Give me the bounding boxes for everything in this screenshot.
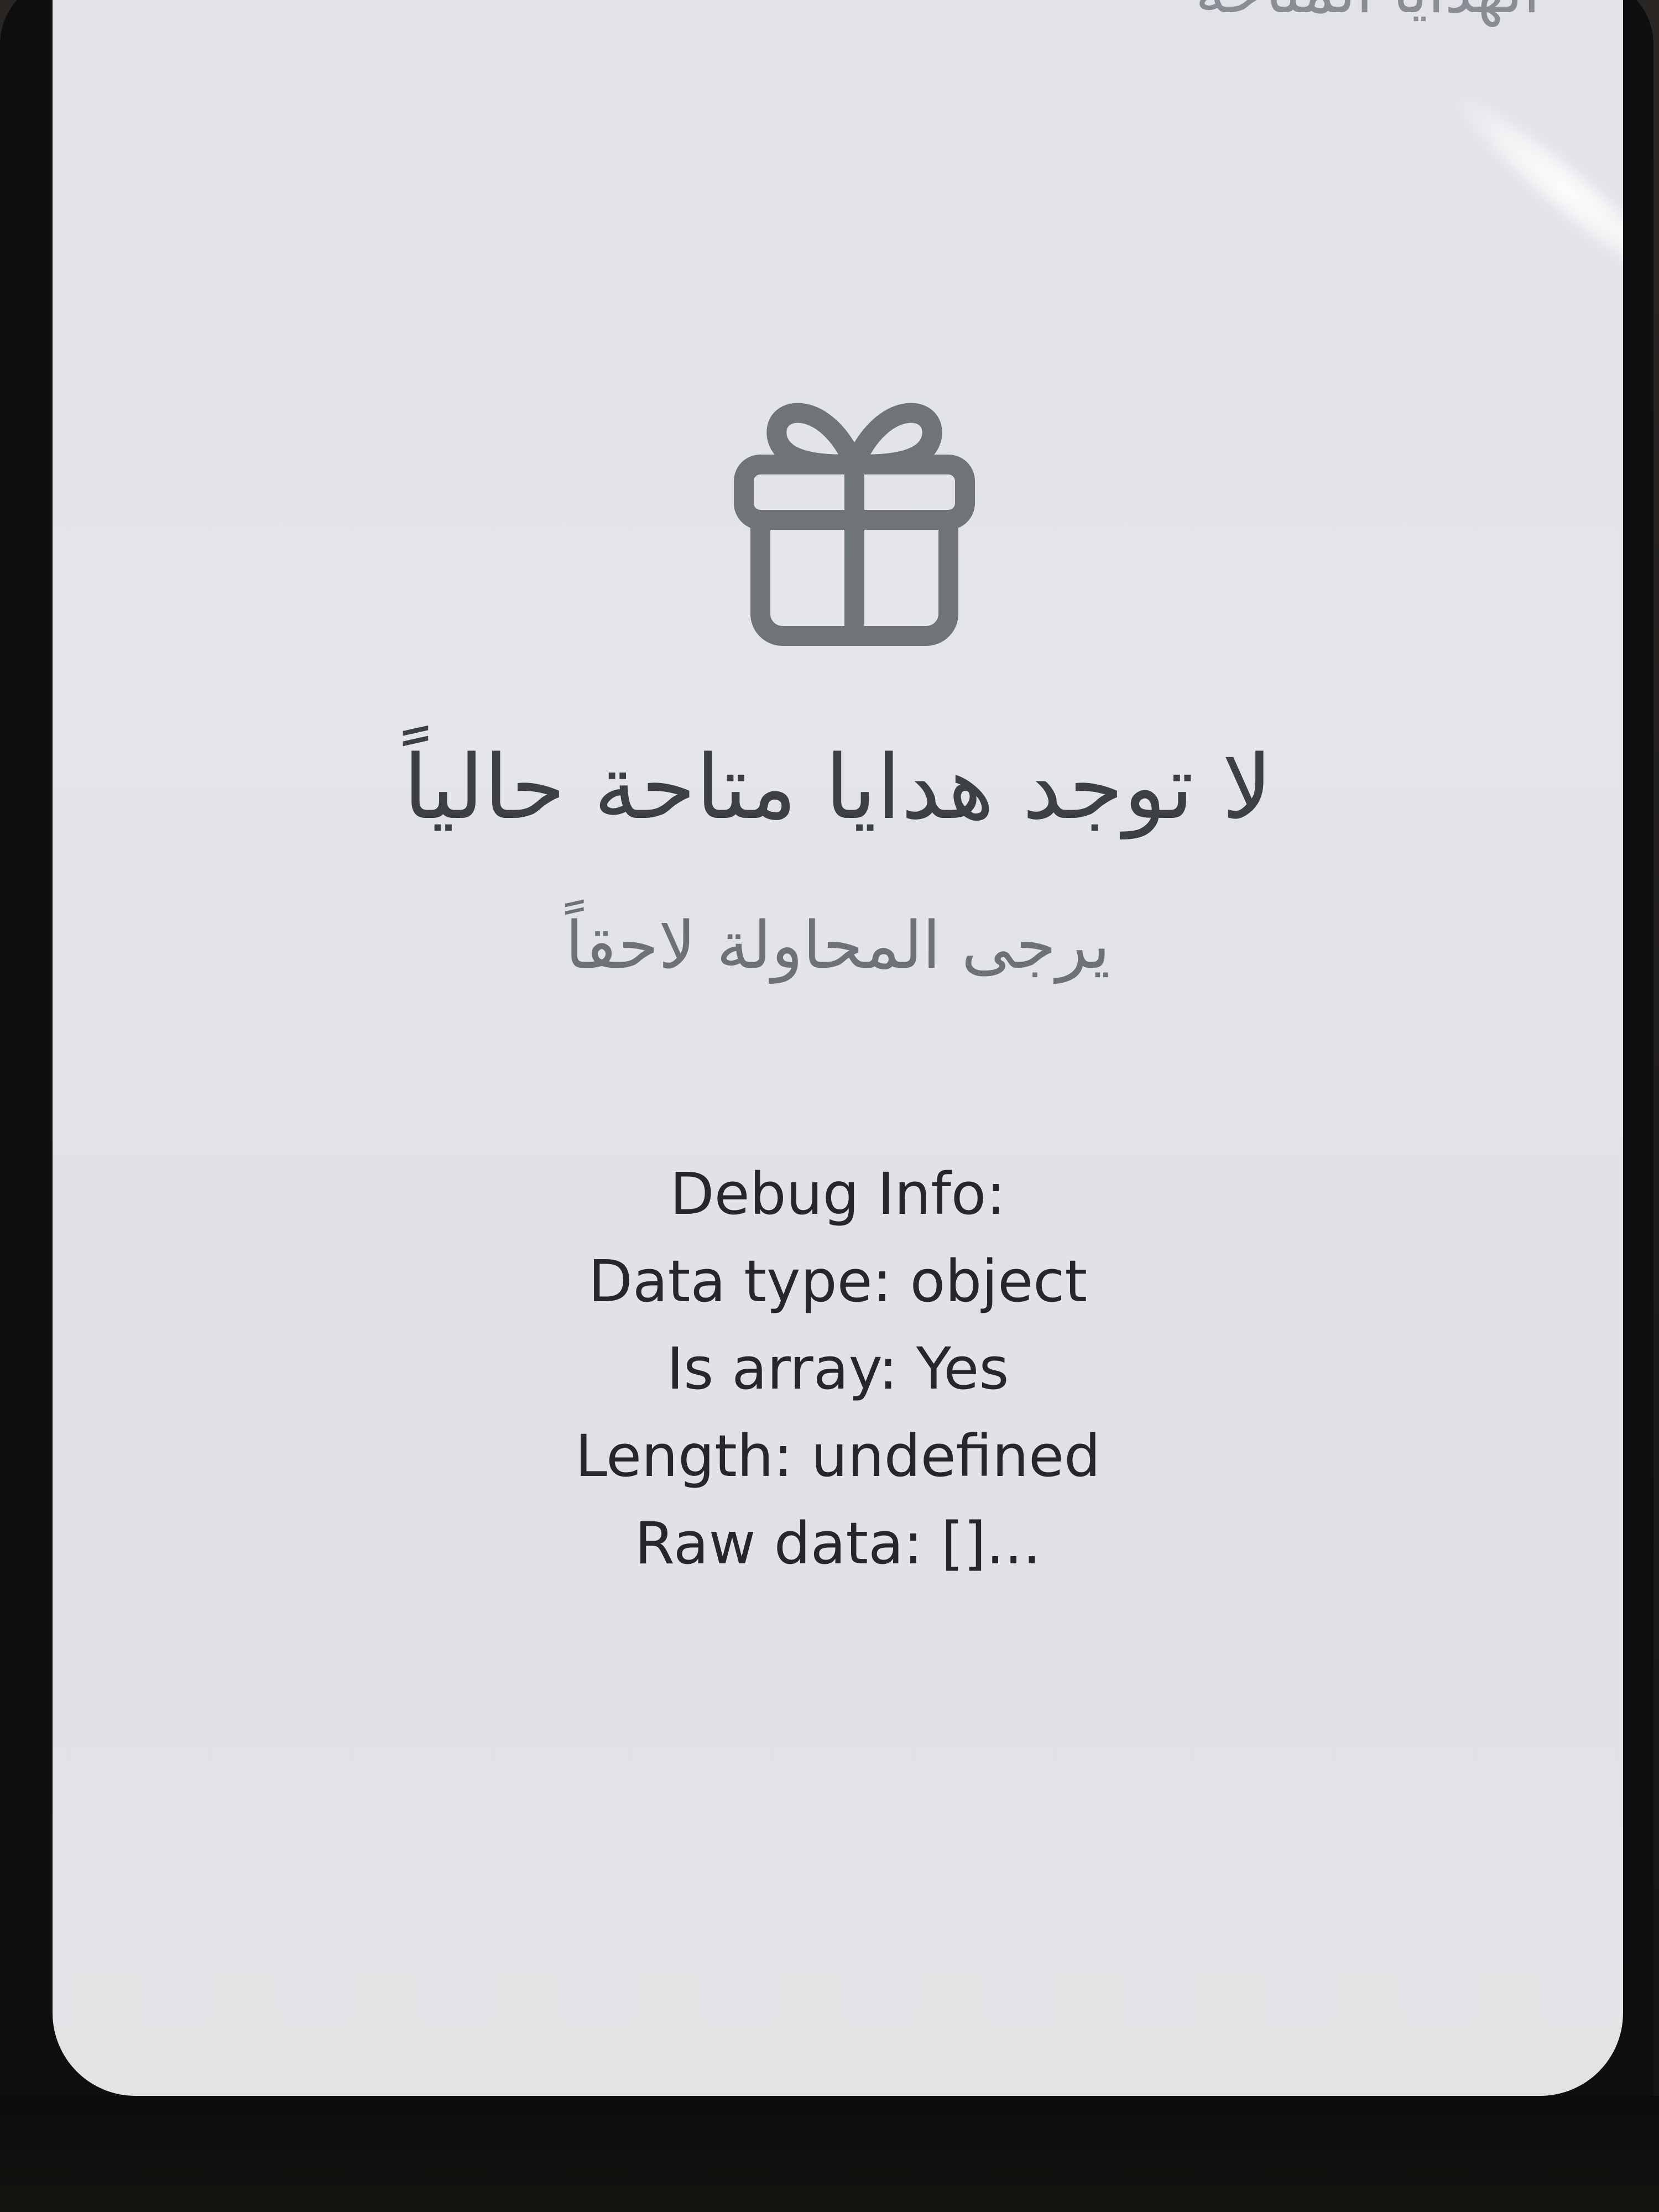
empty-state-subtitle: يرجى المحاولة لاحقاً bbox=[565, 907, 1110, 983]
debug-length: Length: undefined bbox=[575, 1422, 1101, 1490]
page-title: الهدايا المتاحة bbox=[1195, 0, 1540, 27]
light-glare bbox=[1441, 79, 1623, 302]
debug-data-type: Data type: object bbox=[588, 1248, 1088, 1315]
debug-raw-data: Raw data: []... bbox=[634, 1510, 1041, 1577]
debug-is-array: Is array: Yes bbox=[666, 1335, 1009, 1402]
phone-bottom-bezel bbox=[0, 2096, 1659, 2212]
debug-info: Debug Info: Data type: object Is array: … bbox=[53, 1150, 1623, 1587]
gift-icon bbox=[734, 403, 975, 646]
debug-heading: Debug Info: bbox=[670, 1160, 1006, 1228]
app-screen: الهدايا المتاحة لا توجد هدايا متاحة حالي… bbox=[53, 0, 1623, 2096]
empty-state-title: لا توجد هدايا متاحة حالياً bbox=[403, 735, 1272, 839]
